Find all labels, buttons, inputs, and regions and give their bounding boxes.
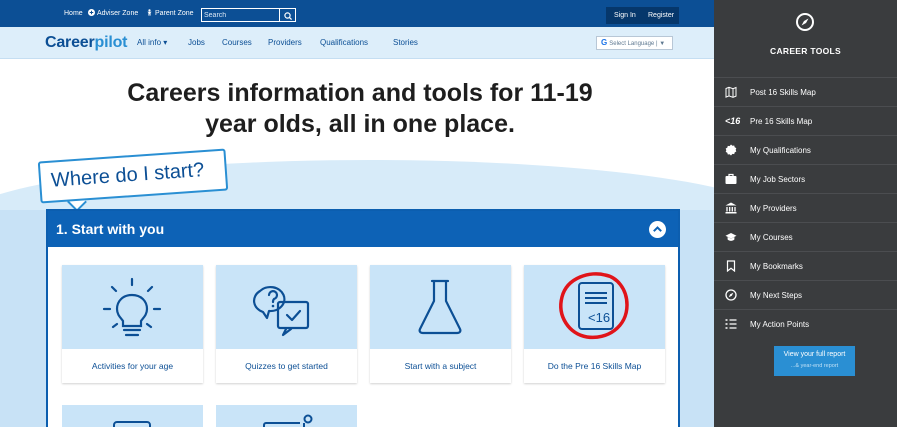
page-title-line1: Careers information and tools for 11-19 (127, 79, 593, 107)
chevron-up-icon (653, 226, 662, 232)
flask-icon (418, 279, 462, 335)
nav-courses[interactable]: Courses (222, 27, 252, 59)
sidebar-item-bookmarks[interactable]: My Bookmarks (714, 251, 897, 280)
search-box (201, 8, 296, 22)
hero-section: Careers information and tools for 11-19 … (0, 60, 714, 427)
language-label: Select Language (609, 41, 655, 47)
sidebar-item-next-steps[interactable]: My Next Steps (714, 280, 897, 309)
plus-circle-icon (88, 9, 95, 16)
sidebar-item-job-sectors[interactable]: My Job Sectors (714, 164, 897, 193)
utility-bar: Home Adviser Zone Parent Zone Sign In Re… (0, 0, 714, 27)
career-tools-sidebar: CAREER TOOLS Post 16 Skills Map <16 Pre … (714, 0, 897, 427)
panel-header[interactable]: 1. Start with you (48, 211, 678, 247)
search-icon (284, 12, 293, 21)
briefcase-icon (725, 173, 737, 184)
google-translate-icon: G (601, 38, 608, 47)
sidebar-item-label: Pre 16 Skills Map (750, 117, 813, 126)
sidebar-item-action-points[interactable]: My Action Points (714, 309, 897, 338)
sidebar-item-label: Post 16 Skills Map (750, 88, 816, 97)
institution-icon (725, 202, 737, 214)
parent-zone-link[interactable]: Parent Zone (146, 0, 194, 27)
sidebar-item-label: My Job Sectors (750, 175, 806, 184)
tile-pre16-skills-map[interactable]: <16 Do the Pre 16 Skills Map (524, 265, 665, 383)
sign-in-link[interactable]: Sign In (614, 7, 636, 24)
sidebar-item-courses[interactable]: My Courses (714, 222, 897, 251)
search-input[interactable] (204, 9, 278, 21)
pre16-icon: <16 (725, 116, 741, 126)
sidebar-item-post16-map[interactable]: Post 16 Skills Map (714, 77, 897, 106)
sidebar-item-qualifications[interactable]: My Qualifications (714, 135, 897, 164)
bookmark-icon (726, 260, 736, 272)
map-icon (725, 86, 737, 98)
parent-zone-label: Parent Zone (155, 10, 194, 17)
sidebar-item-label: My Courses (750, 233, 793, 242)
panel-title: 1. Start with you (56, 221, 165, 237)
compass-icon (725, 289, 737, 301)
logo-career: Career (45, 34, 95, 51)
page-title: Careers information and tools for 11-19 … (40, 78, 680, 140)
sidebar-item-label: My Qualifications (750, 146, 811, 155)
careerpilot-logo[interactable]: Careerpilot (45, 27, 127, 59)
tile-label: Start with a subject (404, 361, 477, 371)
sidebar-item-label: My Action Points (750, 320, 810, 329)
quiz-icon (253, 285, 310, 337)
sidebar-item-pre16-map[interactable]: <16 Pre 16 Skills Map (714, 106, 897, 135)
start-with-you-panel: 1. Start with you Activities for your ag… (46, 209, 680, 427)
logo-pilot: pilot (94, 34, 128, 51)
bubble-text: Where do I start? (50, 159, 205, 192)
tile-label: Activities for your age (91, 361, 174, 371)
register-link[interactable]: Register (648, 7, 674, 24)
tile-partial[interactable] (62, 405, 203, 427)
chevron-down-icon: ▼ (659, 41, 666, 47)
home-link[interactable]: Home (64, 0, 83, 27)
tile-label: Do the Pre 16 Skills Map (547, 361, 642, 371)
language-selector[interactable]: G Select Language | ▼ (596, 36, 673, 50)
tile-subject[interactable]: Start with a subject (370, 265, 511, 383)
tile-activities[interactable]: Activities for your age (62, 265, 203, 383)
card-icon (113, 421, 151, 427)
nav-providers[interactable]: Providers (268, 27, 302, 59)
view-full-report-button[interactable]: View your full report ...& year-end repo… (774, 346, 855, 376)
adviser-zone-link[interactable]: Adviser Zone (88, 0, 138, 27)
graduation-cap-icon (725, 233, 737, 241)
tile-label: Quizzes to get started (245, 361, 328, 371)
red-annotation-circle (559, 272, 629, 340)
sidebar-item-label: My Bookmarks (750, 262, 803, 271)
person-icon (147, 9, 152, 16)
report-button-label: View your full report (783, 351, 846, 358)
report-button-sub: ...& year-end report (790, 363, 839, 369)
tile-quizzes[interactable]: Quizzes to get started (216, 265, 357, 383)
sidebar-item-label: My Providers (750, 204, 797, 213)
search-button[interactable] (279, 9, 295, 21)
adviser-zone-label: Adviser Zone (97, 10, 139, 17)
laptop-icon (263, 414, 313, 427)
nav-stories[interactable]: Stories (393, 27, 418, 59)
auth-links: Sign In Register (606, 7, 679, 24)
tile-partial[interactable] (216, 405, 357, 427)
nav-qualifications[interactable]: Qualifications (320, 27, 368, 59)
checklist-icon (725, 319, 737, 329)
nav-jobs[interactable]: Jobs (188, 27, 205, 59)
certificate-icon (725, 144, 737, 156)
sidebar-header: CAREER TOOLS (714, 0, 897, 70)
sidebar-item-label: My Next Steps (750, 291, 803, 300)
main-nav: Careerpilot All info ▾ Jobs Courses Prov… (0, 27, 714, 59)
page-title-line2: year olds, all in one place. (205, 110, 515, 138)
compass-icon (796, 13, 814, 31)
lightbulb-icon (102, 277, 162, 337)
collapse-button[interactable] (649, 221, 666, 238)
sidebar-item-providers[interactable]: My Providers (714, 193, 897, 222)
sidebar-title: CAREER TOOLS (770, 46, 841, 56)
nav-all-info[interactable]: All info ▾ (137, 27, 167, 59)
